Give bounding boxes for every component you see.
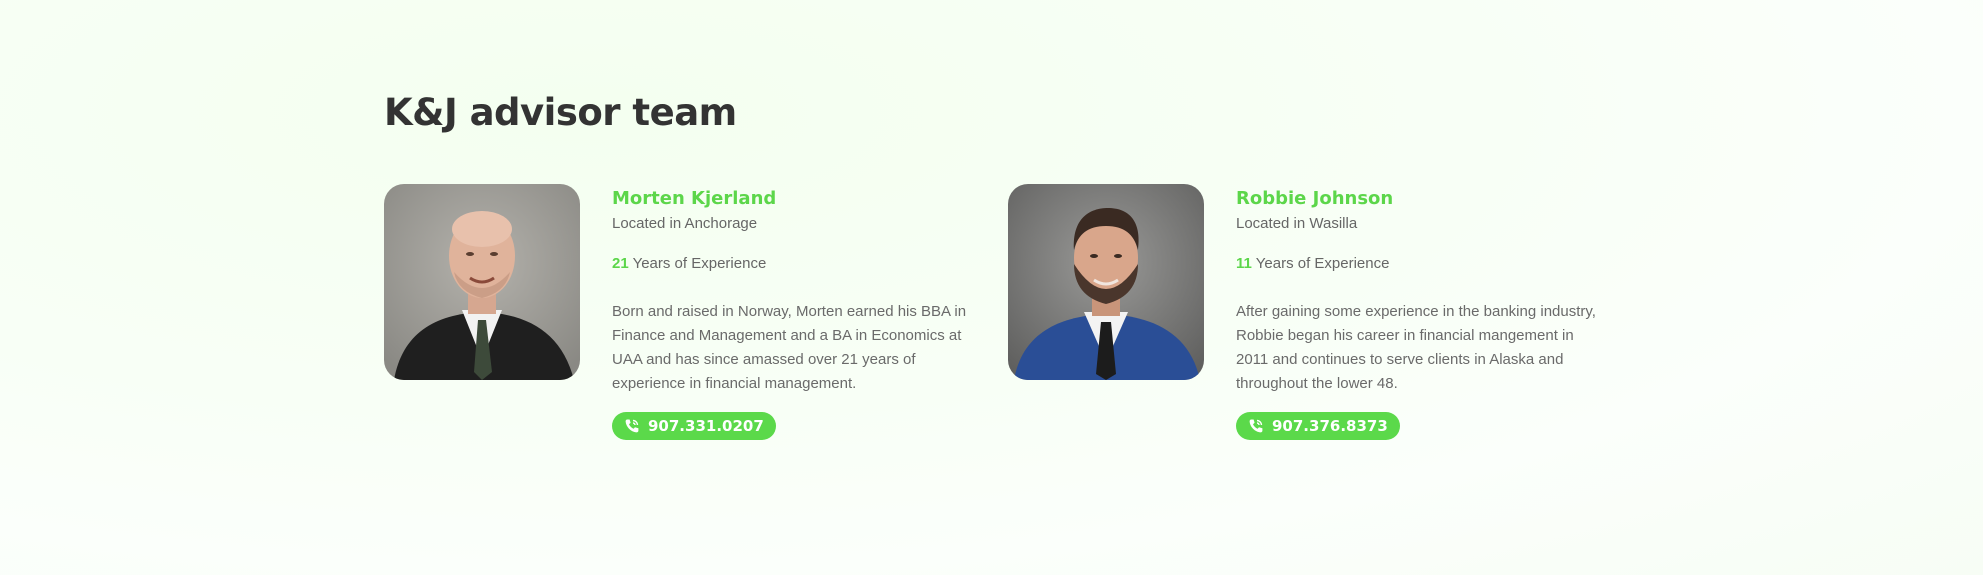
advisor-experience: 21 Years of Experience [612, 254, 982, 274]
advisor-location: Located in Wasilla [1236, 215, 1358, 232]
phone-icon [624, 418, 640, 434]
phone-number: 907.376.8373 [1272, 417, 1388, 435]
advisor-portrait-morten [384, 184, 580, 380]
advisor-card-robbie: Robbie Johnson Located in Wasilla 11 Yea… [1008, 184, 1618, 444]
advisor-location: Located in Anchorage [612, 215, 758, 232]
advisor-name: Morten Kjerland [612, 188, 777, 209]
experience-years: 11 [1236, 255, 1252, 272]
phone-button[interactable]: 907.331.0207 [612, 412, 776, 440]
advisor-team-section: K&J advisor team Morten Kjerland Located… [384, 88, 1604, 440]
advisor-name: Robbie Johnson [1236, 188, 1394, 209]
advisor-portrait-robbie [1008, 184, 1204, 380]
advisor-card-morten: Morten Kjerland Located in Anchorage 21 … [384, 184, 994, 444]
advisor-experience: 11 Years of Experience [1236, 254, 1606, 274]
advisor-bio: Born and raised in Norway, Morten earned… [612, 303, 967, 392]
experience-label: Years of Experience [628, 255, 767, 272]
phone-icon [1248, 418, 1264, 434]
experience-label: Years of Experience [1251, 255, 1390, 272]
phone-number: 907.331.0207 [648, 417, 764, 435]
advisor-info: Robbie Johnson Located in Wasilla 11 Yea… [1236, 184, 1606, 440]
advisor-photo [384, 184, 580, 380]
experience-years: 21 [612, 255, 629, 272]
phone-button[interactable]: 907.376.8373 [1236, 412, 1400, 440]
advisor-info: Morten Kjerland Located in Anchorage 21 … [612, 184, 982, 440]
advisor-photo [1008, 184, 1204, 380]
advisor-bio: After gaining some experience in the ban… [1236, 303, 1596, 392]
section-title: K&J advisor team [384, 91, 737, 134]
